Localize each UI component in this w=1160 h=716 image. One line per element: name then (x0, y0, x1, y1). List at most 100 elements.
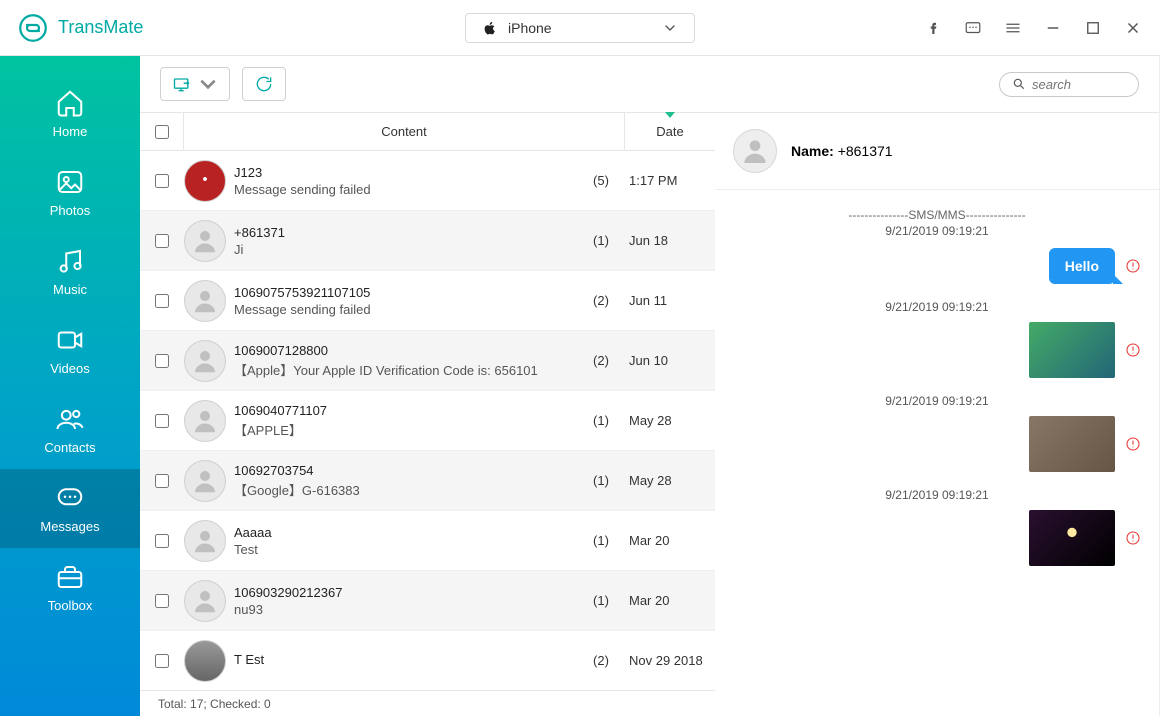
apple-icon (482, 20, 498, 36)
select-all-checkbox[interactable] (140, 113, 184, 150)
sidebar-item-label: Contacts (44, 440, 95, 455)
row-title: T Est (234, 652, 577, 667)
status-bar: Total: 17; Checked: 0 (140, 690, 715, 716)
row-count: (5) (577, 173, 625, 188)
message-timestamp: 9/21/2019 09:19:21 (733, 300, 1141, 314)
row-date: May 28 (625, 413, 715, 428)
avatar (184, 160, 226, 202)
row-checkbox[interactable] (140, 414, 184, 428)
refresh-icon (253, 74, 275, 94)
sidebar-item-messages[interactable]: Messages (0, 469, 140, 548)
column-header-content[interactable]: Content (184, 113, 625, 150)
row-checkbox[interactable] (140, 174, 184, 188)
message-row[interactable]: AaaaaTest(1)Mar 20 (140, 511, 715, 571)
sidebar-item-contacts[interactable]: Contacts (0, 390, 140, 469)
row-count: (2) (577, 653, 625, 668)
sort-indicator-icon (665, 112, 675, 118)
message-row[interactable]: T Est(2)Nov 29 2018 (140, 631, 715, 690)
app-logo-wrap: TransMate (18, 13, 143, 43)
sidebar: Home Photos Music Videos Contacts Messag… (0, 56, 140, 716)
videos-icon (55, 325, 85, 355)
row-title: J123 (234, 165, 577, 180)
row-date: May 28 (625, 473, 715, 488)
avatar (184, 340, 226, 382)
message-row[interactable]: J123Message sending failed(5)1:17 PM (140, 151, 715, 211)
image-attachment[interactable] (1029, 510, 1115, 566)
sidebar-item-home[interactable]: Home (0, 74, 140, 153)
row-text: 1069040771107 【APPLE】 (234, 403, 577, 439)
message-bubble: Hello (1049, 248, 1115, 284)
minimize-icon[interactable] (1044, 19, 1062, 37)
music-icon (55, 246, 85, 276)
row-title: 1069040771107 (234, 403, 577, 418)
row-checkbox[interactable] (140, 534, 184, 548)
send-failed-icon[interactable] (1125, 342, 1141, 358)
detail-header: Name: +861371 (715, 113, 1159, 190)
search-icon (1012, 77, 1026, 91)
row-preview: 【Apple】Your Apple ID Verification Code i… (234, 360, 577, 379)
row-checkbox[interactable] (140, 474, 184, 488)
export-icon (171, 74, 193, 94)
message-list[interactable]: J123Message sending failed(5)1:17 PM +861… (140, 151, 715, 690)
row-checkbox[interactable] (140, 354, 184, 368)
message-row: Hello (733, 248, 1141, 284)
close-icon[interactable] (1124, 19, 1142, 37)
send-failed-icon[interactable] (1125, 530, 1141, 546)
device-selector[interactable]: iPhone (465, 13, 695, 43)
row-date: Mar 20 (625, 593, 715, 608)
messages-icon (55, 483, 85, 513)
app-name: TransMate (58, 17, 143, 38)
row-title: +861371 (234, 225, 577, 240)
image-attachment[interactable] (1029, 322, 1115, 378)
row-text: 106903290212367nu93 (234, 585, 577, 617)
maximize-icon[interactable] (1084, 19, 1102, 37)
row-title: Aaaaa (234, 525, 577, 540)
sidebar-item-toolbox[interactable]: Toolbox (0, 548, 140, 627)
row-date: Jun 18 (625, 233, 715, 248)
facebook-icon[interactable] (924, 19, 942, 37)
feedback-icon[interactable] (964, 19, 982, 37)
search-input[interactable] (1032, 77, 1122, 92)
message-row[interactable]: 1069040771107 【APPLE】(1)May 28 (140, 391, 715, 451)
row-checkbox[interactable] (140, 594, 184, 608)
row-checkbox[interactable] (140, 234, 184, 248)
row-count: (1) (577, 533, 625, 548)
row-text: 1069075753921107105Message sending faile… (234, 285, 577, 317)
thread-separator: ---------------SMS/MMS--------------- (733, 208, 1141, 222)
row-preview: Ji (234, 242, 577, 257)
sidebar-item-music[interactable]: Music (0, 232, 140, 311)
row-count: (2) (577, 293, 625, 308)
home-icon (55, 88, 85, 118)
message-row[interactable]: 1069075753921107105Message sending faile… (140, 271, 715, 331)
row-checkbox[interactable] (140, 654, 184, 668)
image-attachment[interactable] (1029, 416, 1115, 472)
row-checkbox[interactable] (140, 294, 184, 308)
row-preview: Test (234, 542, 577, 557)
send-failed-icon[interactable] (1125, 436, 1141, 452)
sidebar-item-videos[interactable]: Videos (0, 311, 140, 390)
row-date: Nov 29 2018 (625, 653, 715, 668)
message-row (733, 322, 1141, 378)
sidebar-item-photos[interactable]: Photos (0, 153, 140, 232)
column-header-date[interactable]: Date (625, 113, 715, 150)
window-controls (924, 19, 1142, 37)
row-preview: 【APPLE】 (234, 420, 577, 439)
row-count: (1) (577, 413, 625, 428)
message-row[interactable]: 1069007128800【Apple】Your Apple ID Verifi… (140, 331, 715, 391)
message-row[interactable]: +861371Ji(1)Jun 18 (140, 211, 715, 271)
menu-icon[interactable] (1004, 19, 1022, 37)
conversation-body[interactable]: ---------------SMS/MMS--------------- 9/… (715, 190, 1159, 716)
avatar (184, 580, 226, 622)
message-row[interactable]: 10692703754【Google】G-616383(1)May 28 (140, 451, 715, 511)
row-date: 1:17 PM (625, 173, 715, 188)
row-date: Jun 10 (625, 353, 715, 368)
search-box[interactable] (999, 72, 1139, 97)
refresh-button[interactable] (242, 67, 286, 101)
message-row[interactable]: 106903290212367nu93(1)Mar 20 (140, 571, 715, 631)
message-timestamp: 9/21/2019 09:19:21 (733, 224, 1141, 238)
avatar (184, 220, 226, 262)
row-date: Jun 11 (625, 293, 715, 308)
send-failed-icon[interactable] (1125, 258, 1141, 274)
message-timestamp: 9/21/2019 09:19:21 (733, 488, 1141, 502)
export-button[interactable] (160, 67, 230, 101)
